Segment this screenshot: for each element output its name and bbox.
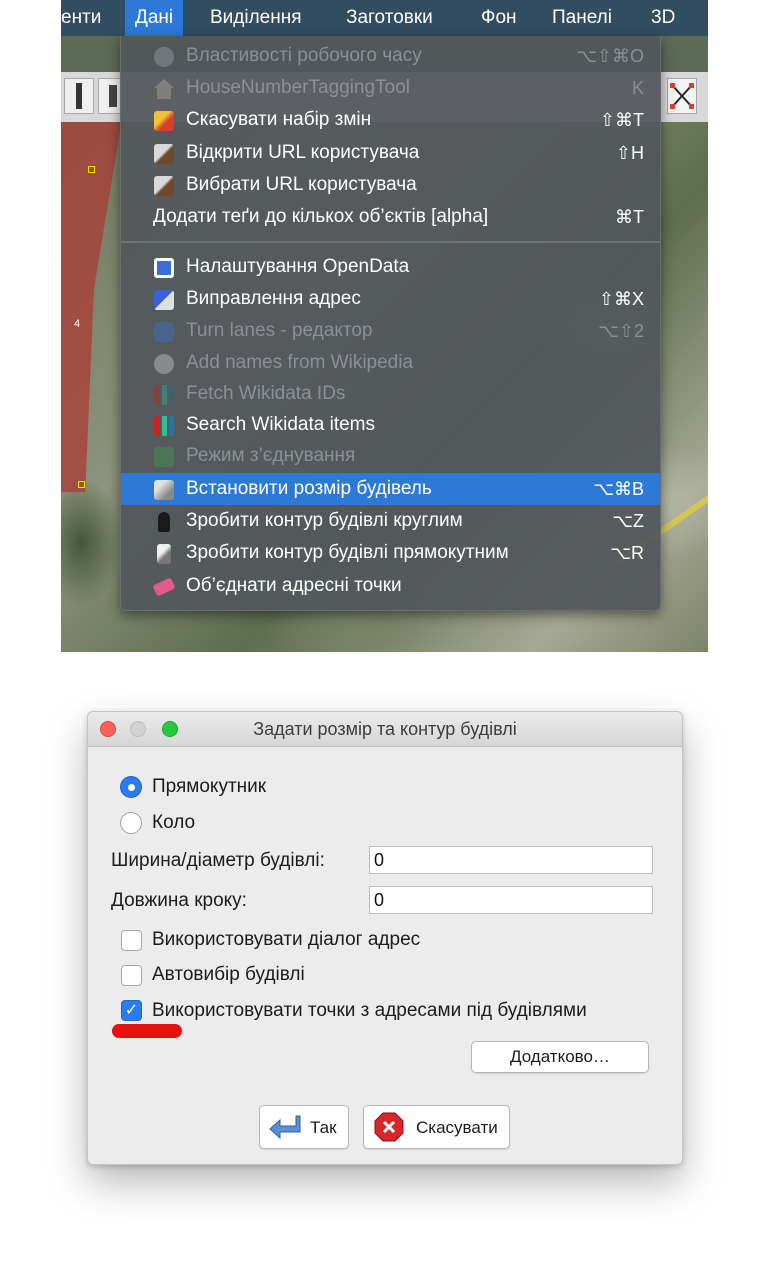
radio-circle-label: Коло	[152, 812, 196, 833]
node-handle[interactable]	[78, 481, 85, 488]
menu-item-merge-address-points[interactable]: Об’єднати адресні точки	[121, 570, 660, 602]
menu-windows[interactable]: Панелі	[542, 0, 622, 36]
round-building-icon	[158, 512, 170, 532]
cancel-stop-icon	[374, 1112, 404, 1142]
menu-item-multi-tag[interactable]: Додати теґи до кількох об’єктів [alpha] …	[121, 201, 660, 233]
menu-item-opendata-settings[interactable]: Налаштування OpenData	[121, 251, 660, 283]
menu-item-fetch-wikidata[interactable]: Fetch Wikidata IDs	[121, 378, 660, 410]
address-dialog-checkbox[interactable]	[121, 930, 142, 951]
autoselect-label: Автовибір будівлі	[152, 964, 305, 985]
wikidata-icon	[154, 416, 174, 436]
step-input[interactable]	[369, 886, 653, 914]
josm-window-screenshot: 4 енти Дані Виділення Заготовки Фон Пане…	[61, 0, 708, 652]
clock-icon	[154, 47, 174, 67]
menu-item-wikipedia-names[interactable]: Add names from Wikipedia	[121, 347, 660, 379]
wikipedia-icon	[154, 354, 174, 374]
building-size-dialog: Задати розмір та контур будівлі Прямокут…	[87, 711, 683, 1165]
revert-icon	[154, 111, 174, 131]
annotation-underline	[112, 1024, 182, 1038]
menu-item-revert-changeset[interactable]: Скасувати набір змін ⇧⌘T	[121, 104, 660, 136]
menu-item-house-number-tool[interactable]: HouseNumberTaggingTool K	[121, 72, 660, 104]
address-fix-icon	[154, 290, 174, 310]
menu-item-rect-building[interactable]: Зробити контур будівлі прямокутним ⌥R	[121, 537, 660, 569]
menu-selection[interactable]: Виділення	[200, 0, 312, 36]
menu-item-select-user-url[interactable]: Вибрати URL користувача	[121, 169, 660, 201]
cancel-button[interactable]: Скасувати	[363, 1105, 510, 1149]
radio-rectangle-label: Прямокутник	[152, 776, 267, 797]
dialog-titlebar[interactable]: Задати розмір та контур будівлі	[88, 712, 682, 747]
menu-item-opening-hours[interactable]: Властивості робочого часу ⌥⇧⌘O	[121, 40, 660, 72]
menu-presets[interactable]: Заготовки	[336, 0, 443, 36]
radio-rectangle[interactable]	[120, 776, 142, 798]
menu-imagery[interactable]: Фон	[471, 0, 527, 36]
data-menu-dropdown: Властивості робочого часу ⌥⇧⌘O HouseNumb…	[120, 36, 661, 611]
autoselect-checkbox[interactable]	[121, 965, 142, 986]
width-label: Ширина/діаметр будівлі:	[111, 850, 325, 871]
draw-tool-icon[interactable]	[667, 78, 697, 114]
ok-button[interactable]: Так	[259, 1105, 349, 1149]
menu-bar: енти Дані Виділення Заготовки Фон Панелі…	[61, 0, 708, 36]
menu-item-open-user-url[interactable]: Відкрити URL користувача ⇧H	[121, 137, 660, 169]
wrench-icon	[154, 176, 174, 196]
polygon-number-label: 4	[74, 318, 81, 330]
width-input[interactable]	[369, 846, 653, 874]
return-arrow-icon	[269, 1115, 301, 1140]
address-points-label: Використовувати точки з адресами під буд…	[152, 1000, 587, 1021]
advanced-button[interactable]: Додатково…	[471, 1041, 649, 1073]
wrench-icon	[154, 144, 174, 164]
rect-building-icon	[157, 544, 171, 564]
node-handle[interactable]	[88, 166, 95, 173]
building-size-icon	[154, 480, 174, 500]
cancel-button-label: Скасувати	[416, 1118, 498, 1137]
connect-icon	[154, 447, 174, 467]
toolbar-button[interactable]	[64, 78, 94, 114]
menu-item-connect-mode[interactable]: Режим з’єднування	[121, 440, 660, 472]
menu-item-set-building-size[interactable]: Встановити розмір будівель ⌥⌘B	[121, 473, 660, 505]
menu-separator	[121, 241, 660, 243]
opendata-icon	[154, 258, 174, 278]
wikidata-icon	[154, 385, 174, 405]
dialog-title: Задати розмір та контур будівлі	[253, 719, 517, 739]
menu-3d[interactable]: 3D	[641, 0, 685, 36]
house-icon	[154, 79, 174, 99]
ok-button-label: Так	[310, 1118, 337, 1137]
merge-address-icon	[152, 577, 176, 597]
menu-data[interactable]: Дані	[125, 0, 184, 36]
menu-item-address-fix[interactable]: Виправлення адрес ⇧⌘X	[121, 283, 660, 315]
menu-tools[interactable]: енти	[61, 0, 111, 36]
menu-item-turn-lanes[interactable]: Turn lanes - редактор ⌥⇧2	[121, 315, 660, 347]
radio-circle[interactable]	[120, 812, 142, 834]
address-dialog-label: Використовувати діалог адрес	[152, 929, 421, 950]
address-points-checkbox[interactable]: ✓	[121, 1000, 142, 1021]
turn-lanes-icon	[154, 322, 174, 342]
menu-item-search-wikidata[interactable]: Search Wikidata items	[121, 409, 660, 441]
menu-item-round-building[interactable]: Зробити контур будівлі круглим ⌥Z	[121, 505, 660, 537]
step-label: Довжина кроку:	[111, 890, 247, 911]
